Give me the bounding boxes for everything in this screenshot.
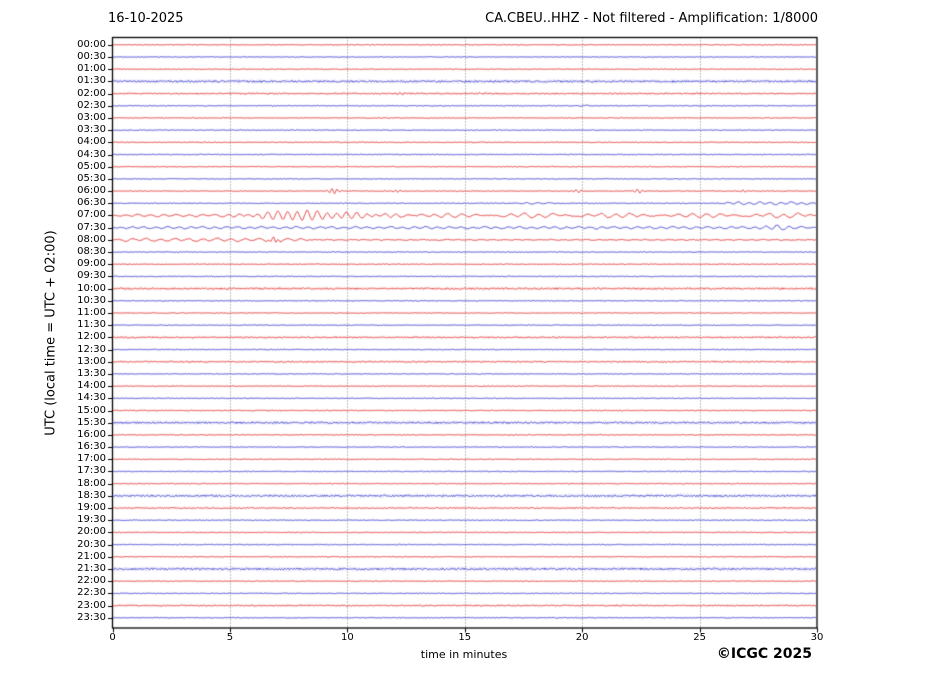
helicorder-page: 16-10-2025 CA.CBEU..HHZ - Not filtered -… [0,0,927,696]
y-tick-label: 08:30 [77,246,106,258]
y-tick-label: 15:00 [77,404,106,416]
y-tick-label: 16:30 [77,441,106,453]
y-tick-label: 06:30 [77,197,106,209]
y-tick-label: 12:00 [77,331,106,343]
y-tick-label: 12:30 [77,343,106,355]
y-tick-label: 07:00 [77,209,106,221]
y-tick-label: 05:00 [77,160,106,172]
y-tick-label: 14:30 [77,392,106,404]
y-tick-label: 23:30 [77,611,106,623]
x-tick-label: 0 [109,632,116,643]
y-tick-label: 17:00 [77,453,106,465]
y-tick-label: 03:00 [77,111,106,123]
y-tick-label: 21:00 [77,550,106,562]
y-tick-label: 07:30 [77,221,106,233]
y-tick-label: 11:30 [77,319,106,331]
y-tick-label: 23:00 [77,599,106,611]
y-tick-label: 20:30 [77,538,106,550]
y-tick-label: 19:00 [77,502,106,514]
x-tick-label: 5 [226,632,234,643]
y-tick-label: 16:00 [77,428,106,440]
x-tick-label: 15 [458,632,472,643]
x-tick-label: 25 [693,632,706,643]
y-tick-label: 18:00 [77,477,106,489]
y-tick-label: 13:30 [77,367,106,379]
y-tick-label: 17:30 [77,465,106,477]
copyright-text: ©ICGC 2025 [716,646,812,662]
y-tick-label: 22:30 [77,587,106,599]
y-tick-label: 10:30 [77,294,106,306]
x-tick-label: 20 [575,632,589,643]
y-tick-label: 06:00 [77,185,106,197]
y-tick-label: 09:30 [77,270,106,282]
y-tick-label: 05:30 [77,172,106,184]
y-tick-label: 15:30 [77,416,106,428]
y-tick-label: 08:00 [77,233,106,245]
y-tick-label: 21:30 [77,562,106,574]
y-tick-label: 13:00 [77,355,106,367]
y-tick-label: 02:00 [77,87,106,99]
y-tick-label: 18:30 [77,489,106,501]
y-tick-label: 04:30 [77,148,106,160]
y-tick-label: 22:00 [77,575,106,587]
y-tick-label: 01:00 [77,63,106,75]
x-tick-label: 10 [340,632,354,643]
y-tick-label: 04:00 [77,136,106,148]
y-tick-label: 00:30 [77,50,106,62]
y-tick-label: 02:30 [77,99,106,111]
y-tick-label: 19:30 [77,514,106,526]
y-tick-label: 10:00 [77,282,106,294]
x-tick-label: 30 [810,632,824,643]
y-tick-label: 09:00 [77,258,106,270]
seismogram-canvas [0,0,927,696]
y-tick-label: 00:00 [77,38,106,50]
x-axis-label: time in minutes [420,648,508,661]
y-tick-label: 01:30 [77,75,106,87]
y-tick-label: 11:00 [77,306,106,318]
y-tick-label: 03:30 [77,124,106,136]
y-tick-label: 20:00 [77,526,106,538]
y-tick-label: 14:00 [77,380,106,392]
